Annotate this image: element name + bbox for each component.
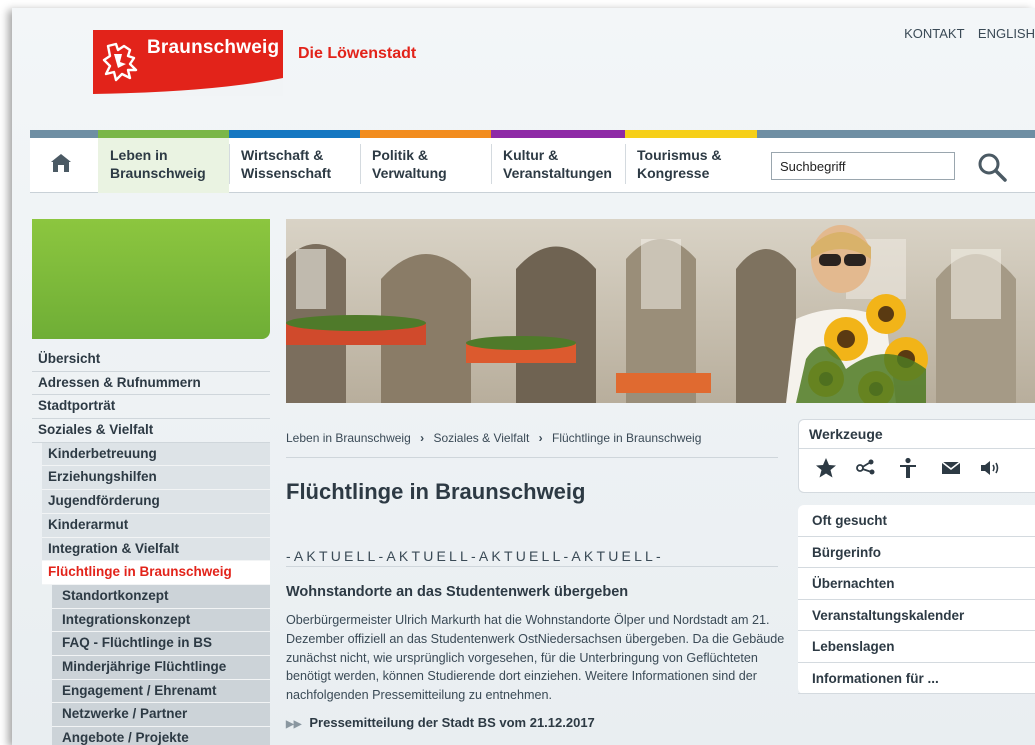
logo-swoosh bbox=[93, 78, 283, 96]
home-icon bbox=[51, 154, 71, 172]
search-area bbox=[757, 130, 1035, 193]
nav-kultur-veranstaltungen[interactable]: Kultur & Veranstaltungen bbox=[491, 130, 625, 193]
quicklink-buergerinfo[interactable]: Bürgerinfo bbox=[798, 537, 1035, 568]
nav-label-line2: Wissenschaft bbox=[241, 165, 332, 181]
tools-box: Werkzeuge bbox=[798, 419, 1035, 493]
nav-wirtschaft-wissenschaft[interactable]: Wirtschaft & Wissenschaft bbox=[229, 130, 360, 193]
tools-title: Werkzeuge bbox=[809, 426, 883, 442]
nav-label-line1: Politik & bbox=[372, 147, 429, 163]
breadcrumb-item[interactable]: Soziales & Vielfalt bbox=[433, 431, 529, 445]
nav-leben-in-braunschweig[interactable]: Leben in Braunschweig bbox=[98, 130, 229, 193]
sidebar-item-erziehungshilfen[interactable]: Erziehungshilfen bbox=[42, 466, 270, 491]
sidebar-item-soziales[interactable]: Soziales & Vielfalt bbox=[32, 419, 270, 443]
sidebar-item-netzwerke[interactable]: Netzwerke / Partner bbox=[52, 703, 270, 727]
divider bbox=[799, 448, 1035, 449]
star-icon[interactable] bbox=[815, 457, 837, 479]
sidebar-item-fluechtlinge[interactable]: Flüchtlinge in Braunschweig bbox=[42, 561, 270, 585]
sidebar-item-jugendfoerderung[interactable]: Jugendförderung bbox=[42, 490, 270, 514]
double-arrow-icon: ▶▶ bbox=[286, 719, 302, 730]
nav-divider bbox=[625, 144, 626, 184]
quicklink-veranstaltungskalender[interactable]: Veranstaltungskalender bbox=[798, 600, 1035, 631]
nav-divider bbox=[229, 144, 230, 184]
breadcrumb-separator: › bbox=[420, 431, 425, 445]
page-title: Flüchtlinge in Braunschweig bbox=[286, 479, 586, 504]
kontakt-link[interactable]: KONTAKT bbox=[904, 26, 964, 41]
nav-label-line2: Verwaltung bbox=[372, 165, 447, 181]
sidebar-green-banner bbox=[32, 219, 270, 339]
sidebar-menu: Übersicht Adressen & Rufnummern Stadtpor… bbox=[32, 348, 270, 745]
sidebar-item-minderjaehrige[interactable]: Minderjährige Flüchtlinge bbox=[52, 655, 270, 680]
sidebar-item-adressen[interactable]: Adressen & Rufnummern bbox=[32, 372, 270, 396]
quicklink-uebernachten[interactable]: Übernachten bbox=[798, 568, 1035, 600]
divider bbox=[286, 457, 778, 458]
nav-label-line1: Kultur & bbox=[503, 147, 559, 163]
nav-divider bbox=[491, 144, 492, 184]
news-body: Oberbürgermeister Ulrich Markurth hat di… bbox=[286, 613, 785, 703]
nav-politik-verwaltung[interactable]: Politik & Verwaltung bbox=[360, 130, 491, 193]
divider bbox=[286, 566, 778, 567]
aktuell-banner: -AKTUELL-AKTUELL-AKTUELL-AKTUELL- bbox=[286, 548, 664, 564]
sidebar-item-angebote[interactable]: Angebote / Projekte bbox=[52, 727, 270, 745]
nav-label-line1: Tourismus & bbox=[637, 147, 722, 163]
search-icon[interactable] bbox=[975, 150, 1009, 184]
news-title: Wohnstandorte an das Studentenwerk überg… bbox=[286, 584, 629, 600]
browser-frame: Braunschweig Die Löwenstadt KONTAKT ENGL… bbox=[12, 8, 1035, 745]
accessibility-icon[interactable] bbox=[897, 457, 919, 479]
nav-label-line2: Braunschweig bbox=[110, 165, 206, 181]
logo-tagline: Die Löwenstadt bbox=[298, 45, 417, 62]
mail-icon[interactable] bbox=[940, 457, 962, 479]
press-release-link[interactable]: ▶▶ Pressemitteilung der Stadt BS vom 21.1… bbox=[286, 715, 595, 730]
nav-tourismus-kongresse[interactable]: Tourismus & Kongresse bbox=[625, 130, 757, 193]
sidebar-item-kinderbetreuung[interactable]: Kinderbetreuung bbox=[42, 442, 270, 467]
quicklink-informationen[interactable]: Informationen für ... bbox=[798, 663, 1035, 694]
logo-text[interactable]: Braunschweig bbox=[147, 37, 279, 59]
sidebar-item-faq[interactable]: FAQ - Flüchtlinge in BS bbox=[52, 632, 270, 656]
breadcrumb-item[interactable]: Leben in Braunschweig bbox=[286, 431, 411, 445]
sidebar-item-engagement[interactable]: Engagement / Ehrenamt bbox=[52, 679, 270, 704]
sidebar-item-integrationskonzept[interactable]: Integrationskonzept bbox=[52, 608, 270, 633]
sidebar-item-standortkonzept[interactable]: Standortkonzept bbox=[52, 584, 270, 609]
quicklinks-box: Oft gesucht Bürgerinfo Übernachten Veran… bbox=[798, 505, 1035, 694]
nav-label-line1: Wirtschaft & bbox=[241, 147, 324, 163]
nav-home[interactable] bbox=[30, 130, 98, 193]
breadcrumb: Leben in Braunschweig › Soziales & Vielf… bbox=[286, 431, 701, 445]
sidebar-item-uebersicht[interactable]: Übersicht bbox=[32, 348, 270, 372]
nav-label-line2: Kongresse bbox=[637, 165, 710, 181]
press-release-label: Pressemitteilung der Stadt BS vom 21.12.… bbox=[309, 715, 595, 730]
breadcrumb-separator: › bbox=[538, 431, 543, 445]
top-links: KONTAKT ENGLISH bbox=[894, 26, 1035, 41]
hero-image bbox=[286, 219, 1035, 403]
breadcrumb-item[interactable]: Flüchtlinge in Braunschweig bbox=[552, 431, 701, 445]
sidebar-item-integration[interactable]: Integration & Vielfalt bbox=[42, 537, 270, 562]
nav-divider bbox=[360, 144, 361, 184]
main-navigation: Leben in Braunschweig Wirtschaft & Wisse… bbox=[30, 130, 1035, 193]
english-link[interactable]: ENGLISH bbox=[978, 26, 1035, 41]
sidebar-item-kinderarmut[interactable]: Kinderarmut bbox=[42, 513, 270, 538]
nav-label-line2: Veranstaltungen bbox=[503, 165, 612, 181]
quicklink-lebenslagen[interactable]: Lebenslagen bbox=[798, 631, 1035, 663]
nav-label-line1: Leben in bbox=[110, 147, 168, 163]
share-icon[interactable] bbox=[855, 457, 877, 479]
quicklink-oft-gesucht[interactable]: Oft gesucht bbox=[798, 505, 1035, 537]
search-input[interactable] bbox=[771, 152, 955, 180]
speaker-icon[interactable] bbox=[979, 457, 1001, 479]
sidebar-item-stadtportraet[interactable]: Stadtporträt bbox=[32, 395, 270, 420]
